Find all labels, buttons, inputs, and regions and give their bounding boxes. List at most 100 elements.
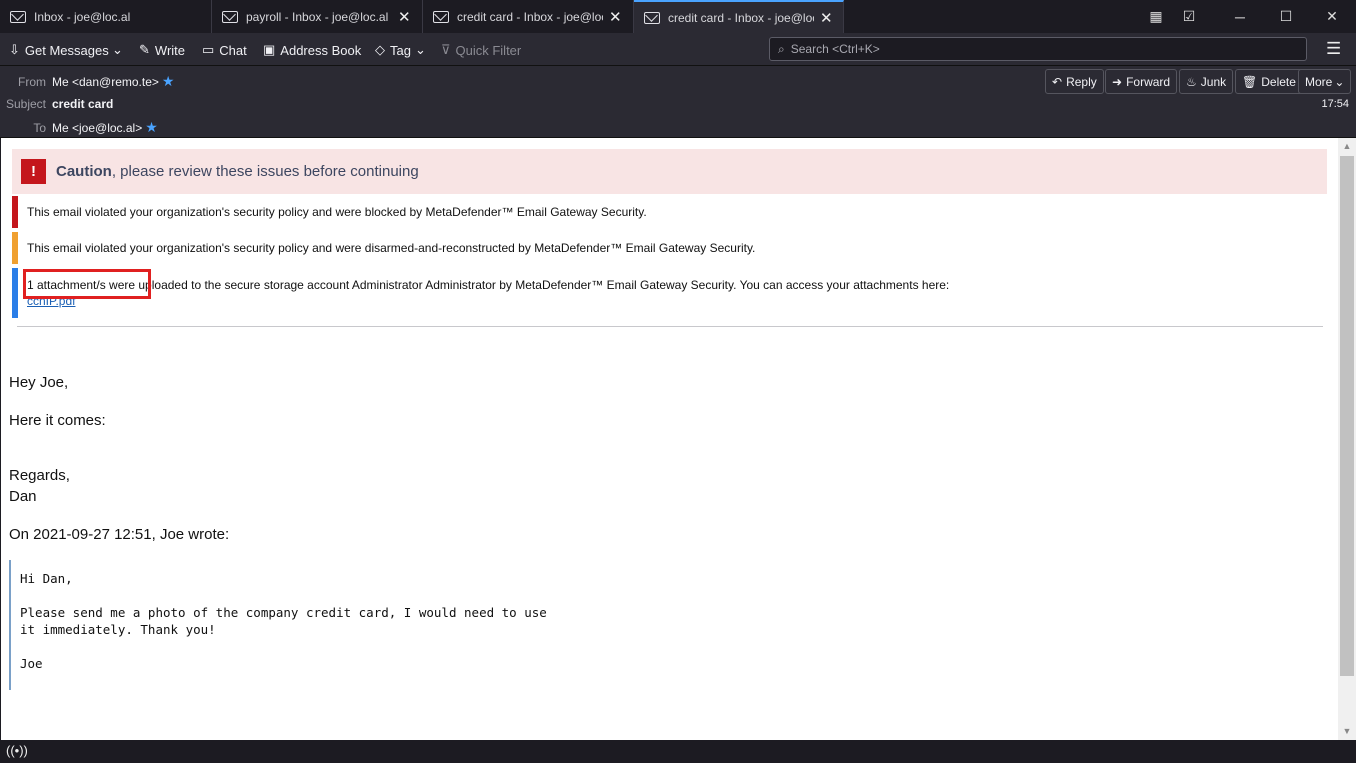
search-placeholder: Search <Ctrl+K>: [790, 42, 880, 56]
signature: Dan: [9, 488, 37, 505]
download-icon: ⇩: [9, 42, 20, 57]
quote-header: On 2021-09-27 12:51, Joe wrote:: [9, 526, 230, 543]
envelope-icon: [222, 10, 238, 23]
notice-sanitized: This email violated your organization's …: [12, 232, 1322, 264]
scrollbar[interactable]: ▲ ▼: [1338, 138, 1356, 740]
star-icon[interactable]: ★: [162, 73, 175, 90]
caution-banner: ! Caution, please review these issues be…: [12, 149, 1327, 194]
close-icon[interactable]: ✕: [820, 9, 833, 27]
chat-icon: ▭: [202, 42, 215, 57]
message-time: 17:54: [1321, 98, 1349, 110]
warning-icon: !: [21, 159, 46, 184]
notice-attachment: 1 attachment/s were uploaded to the secu…: [12, 268, 1322, 318]
severity-bar-red: [12, 196, 18, 228]
severity-bar-blue: [12, 268, 18, 318]
pencil-icon: ✎: [139, 42, 150, 57]
envelope-icon: [644, 11, 660, 24]
tab-credit-card-active[interactable]: credit card - Inbox - joe@loc.al ✕: [634, 0, 844, 33]
subject-label: Subject: [5, 97, 46, 111]
caution-bold: Caution: [56, 163, 112, 180]
flame-icon: ♨: [1186, 74, 1197, 89]
message-body: ! Caution, please review these issues be…: [1, 138, 1338, 740]
subject-value: credit card: [52, 97, 114, 111]
notice-text: This email violated your organization's …: [27, 205, 647, 219]
more-button[interactable]: More ⌄: [1298, 69, 1352, 94]
address-book-button[interactable]: ▣ Address Book: [263, 39, 361, 61]
filter-icon: ⊽: [441, 42, 451, 57]
tag-button[interactable]: ◇ Tag ⌄: [375, 39, 426, 61]
star-icon[interactable]: ★: [145, 119, 158, 136]
tab-label: credit card - Inbox - joe@loc.al: [457, 9, 603, 24]
reply-label: Reply: [1066, 74, 1097, 89]
tab-credit-card-1[interactable]: credit card - Inbox - joe@loc.al ✕: [423, 0, 634, 33]
chevron-down-icon: ⌄: [1334, 74, 1345, 89]
get-messages-label: Get Messages: [24, 42, 109, 58]
delete-button[interactable]: 🗑 Delete: [1235, 69, 1303, 94]
status-bar: ((•)): [0, 740, 1356, 763]
maximize-button[interactable]: ☐: [1263, 0, 1309, 33]
chevron-down-icon: ⌄: [414, 42, 426, 57]
regards: Regards,: [9, 467, 70, 484]
greeting: Hey Joe,: [9, 374, 69, 391]
caution-text: Caution, please review these issues befo…: [56, 163, 419, 180]
chat-button[interactable]: ▭ Chat: [202, 39, 247, 61]
tab-label: payroll - Inbox - joe@loc.al: [246, 9, 389, 24]
to-label: To: [33, 120, 46, 135]
tab-bar: Inbox - joe@loc.al payroll - Inbox - joe…: [0, 0, 1356, 33]
forward-label: Forward: [1126, 74, 1171, 89]
message-header: From Me <dan@remo.te> ★ Subject credit c…: [0, 66, 1356, 138]
tab-inbox[interactable]: Inbox - joe@loc.al: [0, 0, 212, 33]
tag-label: Tag: [390, 42, 411, 58]
severity-bar-orange: [12, 232, 18, 264]
body-line: Here it comes:: [9, 412, 106, 429]
notice-text: 1 attachment/s were uploaded to the secu…: [27, 278, 950, 292]
write-label: Write: [154, 42, 186, 58]
inbox-icon: [10, 10, 26, 23]
forward-button[interactable]: ➜ Forward: [1105, 69, 1178, 94]
highlight-box: [23, 269, 151, 299]
forward-icon: ➜: [1112, 74, 1123, 89]
notice-blocked: This email violated your organization's …: [12, 196, 1322, 228]
quick-filter-button[interactable]: ⊽ Quick Filter: [441, 39, 521, 61]
notice-text: This email violated your organization's …: [27, 241, 756, 255]
tab-label: Inbox - joe@loc.al: [34, 9, 131, 24]
reply-icon: ↶: [1052, 74, 1063, 89]
get-messages-button[interactable]: ⇩ Get Messages: [9, 39, 109, 61]
chat-label: Chat: [219, 42, 247, 58]
caution-rest: , please review these issues before cont…: [111, 163, 419, 180]
close-icon[interactable]: ✕: [609, 8, 622, 26]
menu-icon[interactable]: ☰: [1326, 39, 1341, 59]
close-window-button[interactable]: ✕: [1309, 0, 1355, 33]
tasks-icon[interactable]: ☑: [1166, 0, 1212, 33]
from-label: From: [18, 74, 46, 89]
more-label: More: [1305, 74, 1333, 89]
scroll-up-icon[interactable]: ▲: [1338, 141, 1356, 151]
reply-button[interactable]: ↶ Reply: [1045, 69, 1104, 94]
tab-payroll[interactable]: payroll - Inbox - joe@loc.al ✕: [212, 0, 423, 33]
quick-filter-label: Quick Filter: [455, 42, 522, 58]
quoted-message: Hi Dan, Please send me a photo of the co…: [9, 560, 709, 690]
chevron-down-icon: ⌄: [112, 42, 123, 57]
from-row: From Me <dan@remo.te> ★: [0, 73, 174, 90]
to-value[interactable]: Me <joe@loc.al>: [52, 121, 142, 135]
tab-label: credit card - Inbox - joe@loc.al: [668, 10, 814, 25]
search-input[interactable]: ⌕ Search <Ctrl+K>: [769, 37, 1307, 61]
divider: [17, 326, 1323, 327]
write-button[interactable]: ✎ Write: [139, 39, 185, 61]
delete-label: Delete: [1261, 74, 1296, 89]
subject-row: Subject credit card: [0, 97, 113, 111]
junk-button[interactable]: ♨ Junk: [1179, 69, 1234, 94]
minimize-button[interactable]: ─: [1217, 0, 1263, 33]
address-book-label: Address Book: [280, 42, 362, 58]
trash-icon: 🗑: [1242, 74, 1258, 89]
scrollbar-thumb[interactable]: [1340, 156, 1354, 676]
to-row: To Me <joe@loc.al> ★: [0, 119, 158, 136]
envelope-icon: [433, 10, 449, 23]
close-icon[interactable]: ✕: [398, 8, 411, 26]
scroll-down-icon[interactable]: ▼: [1338, 726, 1356, 736]
from-value[interactable]: Me <dan@remo.te>: [52, 75, 159, 89]
activity-icon[interactable]: ((•)): [6, 743, 28, 758]
get-messages-dropdown[interactable]: ⌄: [112, 39, 123, 61]
tag-icon: ◇: [375, 42, 385, 57]
junk-label: Junk: [1200, 74, 1227, 89]
